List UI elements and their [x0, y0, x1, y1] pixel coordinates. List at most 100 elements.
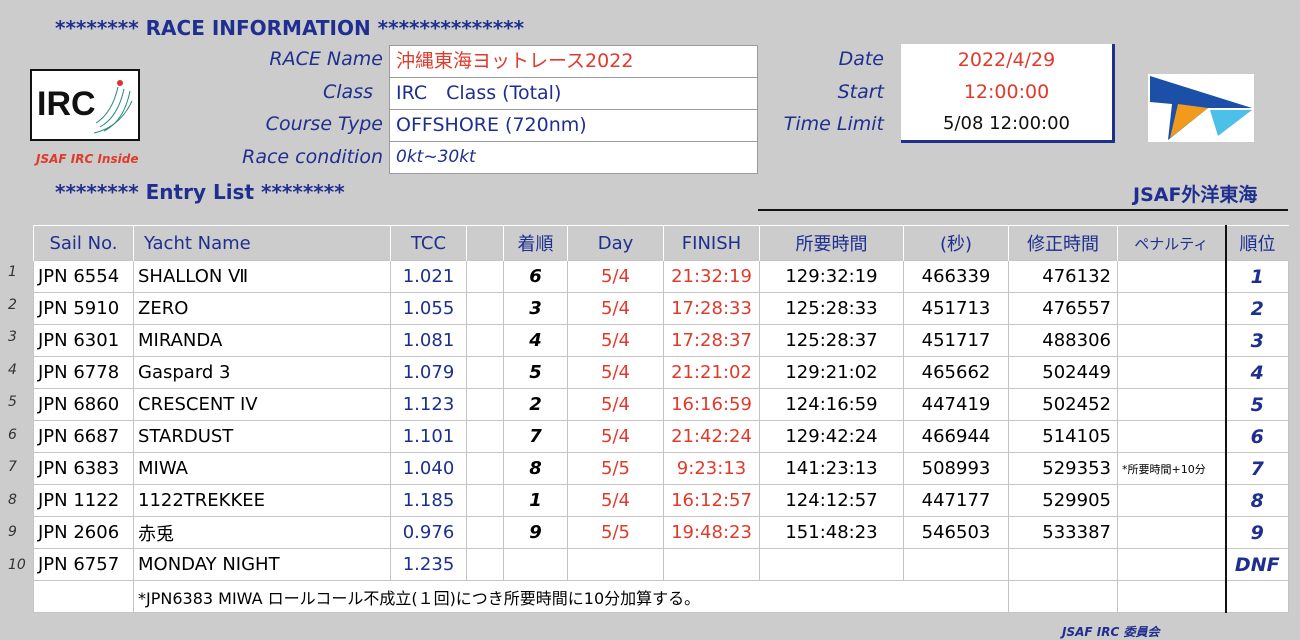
day-cell: 5/4: [567, 356, 664, 389]
yacht-name-cell: STARDUST: [133, 420, 391, 453]
place-cell: 1: [503, 484, 568, 517]
entry-list-title: ******** Entry List ********: [55, 180, 345, 204]
header-penalty: ペナルティ: [1117, 225, 1226, 261]
blank-cell: [466, 356, 504, 389]
day-cell: [567, 548, 664, 581]
sail-no-cell: JPN 2606: [33, 516, 134, 549]
day-cell: 5/4: [567, 324, 664, 357]
table-row: JPN 6554 SHALLON Ⅶ 1.021 6 5/4 21:32:19 129:32…: [33, 260, 1289, 293]
header-sail-no: Sail No.: [33, 225, 134, 261]
sail-no-cell: JPN 6301: [33, 324, 134, 357]
seconds-cell: 465662: [903, 356, 1009, 389]
place-cell: 2: [503, 388, 568, 421]
table-row: JPN 6757 MONDAY NIGHT 1.235 DNF: [33, 548, 1289, 581]
blank-cell: [466, 484, 504, 517]
day-cell: 5/4: [567, 388, 664, 421]
seconds-cell: 451717: [903, 324, 1009, 357]
irc-caption: JSAF IRC Inside: [36, 152, 139, 166]
header-row: Sail No. Yacht Name TCC 着順 Day FINISH 所要…: [33, 225, 1289, 261]
rank-cell: 5: [1224, 388, 1289, 421]
table-row: JPN 6687 STARDUST 1.101 7 5/4 21:42:24 129:42:…: [33, 420, 1289, 453]
penalty-cell: [1117, 388, 1226, 421]
row-number: 3: [8, 329, 17, 345]
class-label: Class: [323, 81, 373, 103]
course-type-label: Course Type: [265, 113, 383, 135]
sail-no-cell: JPN 6778: [33, 356, 134, 389]
table-row: JPN 1122 1122TREKKEE 1.185 1 5/4 16:12:57 124:…: [33, 484, 1289, 517]
elapsed-cell: [759, 548, 904, 581]
seconds-cell: 447419: [903, 388, 1009, 421]
finish-cell: 21:21:02: [663, 356, 760, 389]
rank-cell: 6: [1224, 420, 1289, 453]
race-condition-label: Race condition: [242, 146, 383, 168]
elapsed-cell: 151:48:23: [759, 516, 904, 549]
table-row: JPN 6860 CRESCENT IV 1.123 2 5/4 16:16:59 124:…: [33, 388, 1289, 421]
finish-cell: 21:42:24: [663, 420, 760, 453]
finish-cell: 16:12:57: [663, 484, 760, 517]
place-cell: 4: [503, 324, 568, 357]
tcc-cell: 1.040: [390, 452, 467, 485]
svg-text:IRC: IRC: [37, 85, 96, 123]
tcc-cell: 1.123: [390, 388, 467, 421]
place-cell: 8: [503, 452, 568, 485]
finish-cell: 16:16:59: [663, 388, 760, 421]
seconds-cell: 447177: [903, 484, 1009, 517]
divider: [758, 209, 1288, 211]
row-number: 10: [8, 556, 26, 573]
place-cell: 5: [503, 356, 568, 389]
seconds-cell: 451713: [903, 292, 1009, 325]
corrected-cell: 476557: [1008, 292, 1118, 325]
blank-cell: [466, 420, 504, 453]
place-cell: 6: [503, 260, 568, 293]
corrected-cell: 476132: [1008, 260, 1118, 293]
seconds-cell: 466339: [903, 260, 1009, 293]
rank-cell: 1: [1224, 260, 1289, 293]
header-seconds: (秒): [903, 225, 1009, 261]
yacht-name-cell: SHALLON Ⅶ: [133, 260, 391, 293]
elapsed-cell: 141:23:13: [759, 452, 904, 485]
tcc-cell: 1.081: [390, 324, 467, 357]
header-elapsed: 所要時間: [759, 225, 904, 261]
yacht-name-cell: 赤兎: [133, 516, 391, 549]
penalty-cell: [1117, 324, 1226, 357]
tcc-cell: 1.021: [390, 260, 467, 293]
penalty-cell: [1117, 420, 1226, 453]
elapsed-cell: 124:16:59: [759, 388, 904, 421]
tcc-cell: 1.185: [390, 484, 467, 517]
seconds-cell: 466944: [903, 420, 1009, 453]
penalty-note: *JPN6383 MIWA ロールコール不成立(１回)につき所要時間に10分加算…: [133, 580, 1009, 613]
irc-logo: IRC: [30, 69, 140, 141]
corrected-cell: 533387: [1008, 516, 1118, 549]
penalty-cell: *所要時間+10分: [1117, 452, 1226, 485]
sail-no-cell: JPN 1122: [33, 484, 134, 517]
elapsed-cell: 125:28:33: [759, 292, 904, 325]
race-name-label: RACE Name: [269, 48, 383, 70]
header-corrected: 修正時間: [1008, 225, 1118, 261]
finish-cell: 21:32:19: [663, 260, 760, 293]
blank-cell: [466, 260, 504, 293]
finish-cell: 17:28:37: [663, 324, 760, 357]
place-cell: 3: [503, 292, 568, 325]
finish-cell: 17:28:33: [663, 292, 760, 325]
blank-cell: [466, 324, 504, 357]
table-row: JPN 6778 Gaspard 3 1.079 5 5/4 21:21:02 129:21…: [33, 356, 1289, 389]
blank-cell: [466, 452, 504, 485]
note-row: *JPN6383 MIWA ロールコール不成立(１回)につき所要時間に10分加算…: [33, 580, 1289, 613]
date-label: Date: [838, 48, 884, 70]
finish-cell: 9:23:13: [663, 452, 760, 485]
class-value: IRC Class (Total): [389, 77, 758, 110]
day-cell: 5/4: [567, 420, 664, 453]
tcc-cell: 0.976: [390, 516, 467, 549]
penalty-cell: [1117, 484, 1226, 517]
elapsed-cell: 125:28:37: [759, 324, 904, 357]
sail-no-cell: JPN 6383: [33, 452, 134, 485]
footer-committee: JSAF IRC 委員会: [1062, 625, 1160, 639]
elapsed-cell: 124:12:57: [759, 484, 904, 517]
rank-cell: 7: [1224, 452, 1289, 485]
blank-cell: [466, 548, 504, 581]
results-table: Sail No. Yacht Name TCC 着順 Day FINISH 所要…: [33, 225, 1289, 613]
day-cell: 5/4: [567, 484, 664, 517]
table-row: JPN 6383 MIWA 1.040 8 5/5 9:23:13 141:23:13 508…: [33, 452, 1289, 485]
finish-cell: 19:48:23: [663, 516, 760, 549]
race-condition-value: 0kt~30kt: [389, 141, 758, 174]
